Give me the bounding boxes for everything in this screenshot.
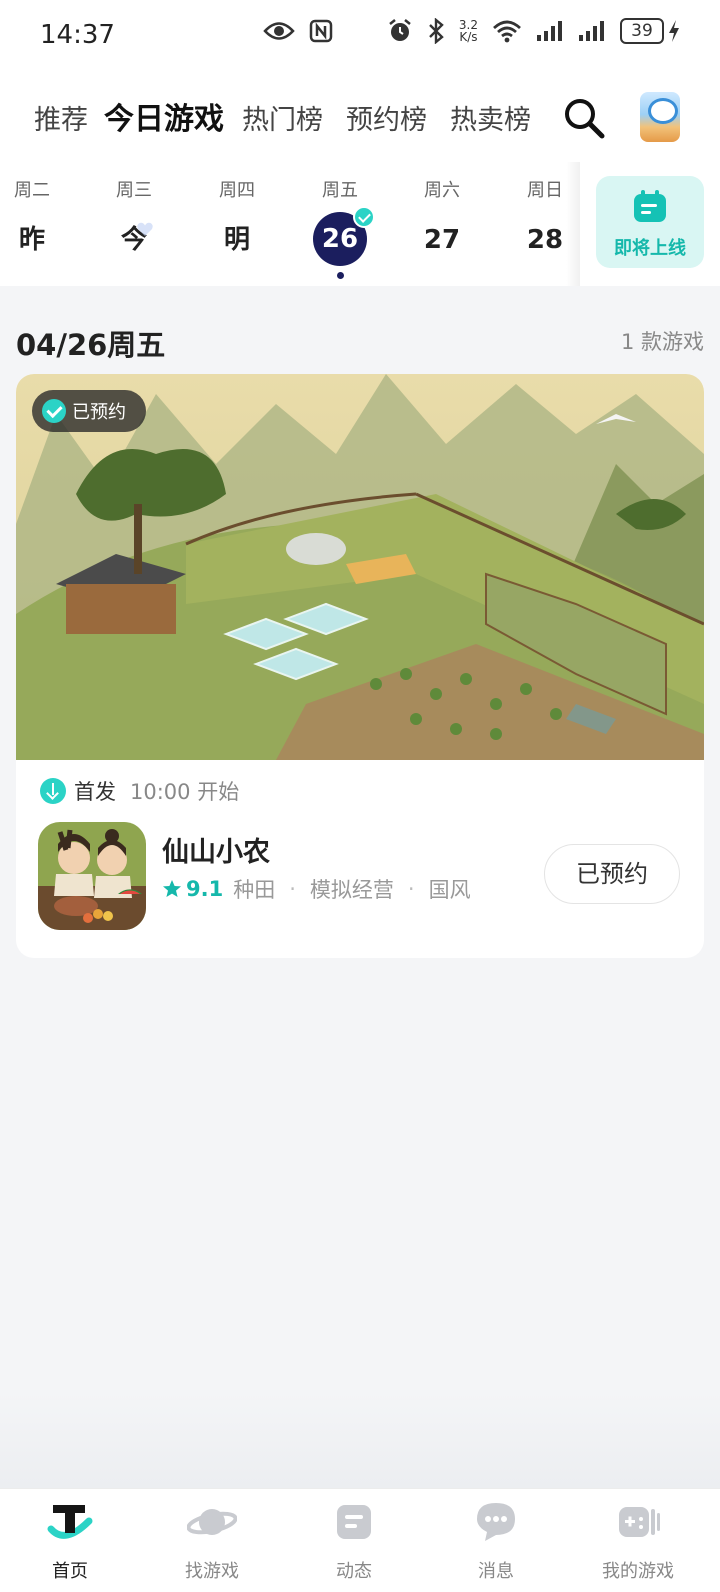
launch-label: 首发 xyxy=(74,780,116,804)
day-item-26[interactable]: 周五 26 xyxy=(300,176,380,279)
day-number: 明 xyxy=(223,225,250,255)
feed-icon xyxy=(337,1505,371,1539)
day-item-27[interactable]: 周六 27 xyxy=(402,176,482,260)
launch-info: 首发 10:00 开始 xyxy=(40,776,239,806)
day-weekday: 周四 xyxy=(219,180,255,201)
nfc-icon xyxy=(309,19,333,43)
upcoming-button[interactable]: 即将上线 xyxy=(596,176,704,268)
gamepad-icon xyxy=(619,1507,660,1537)
game-meta: 9.1 种田 · 模拟经营 · 国风 xyxy=(162,874,471,904)
heart-icon xyxy=(137,222,153,236)
bottom-nav-messages[interactable]: 消息 xyxy=(436,1499,556,1583)
strip-edge-shadow xyxy=(566,162,580,286)
check-icon xyxy=(353,206,375,228)
day-number: 昨 xyxy=(18,225,45,255)
day-item-today[interactable]: 周三 今 xyxy=(94,176,174,260)
reserved-badge: 已预约 xyxy=(32,390,146,432)
reserve-button[interactable]: 已预约 xyxy=(544,844,680,904)
check-icon xyxy=(42,399,66,423)
day-item-tomorrow[interactable]: 周四 明 xyxy=(197,176,277,260)
day-strip: 周二 昨 周三 今 周四 明 周五 26 周六 27 周日 28 即将上线 xyxy=(0,162,720,286)
bottom-nav: 首页 找游戏 动态 消息 我的游戏 xyxy=(0,1488,720,1592)
bottom-nav-home[interactable]: 首页 xyxy=(10,1499,130,1583)
search-icon[interactable] xyxy=(562,96,606,140)
battery-level: 39 xyxy=(620,18,664,44)
game-title[interactable]: 仙山小农 xyxy=(162,830,270,869)
star-icon xyxy=(163,880,181,897)
day-item-yesterday[interactable]: 周二 昨 xyxy=(0,176,72,260)
download-icon xyxy=(40,778,66,804)
bottom-nav-label: 找游戏 xyxy=(185,1561,239,1582)
status-bar: 14:37 3.2 K/s 39 xyxy=(0,0,720,72)
home-icon xyxy=(47,1505,93,1539)
day-number: 27 xyxy=(423,225,461,255)
eye-icon xyxy=(263,22,295,40)
tab-hot-chart[interactable]: 热门榜 xyxy=(242,98,323,137)
tab-reserve-chart[interactable]: 预约榜 xyxy=(346,98,427,137)
bottom-nav-label: 我的游戏 xyxy=(602,1561,674,1582)
tag-separator: · xyxy=(407,877,415,901)
game-card[interactable]: 已预约 首发 10:00 开始 仙山小农 9.1 种田 · 模拟经营 · 国风 … xyxy=(16,374,704,958)
battery-icon: 39 xyxy=(620,18,680,44)
section-game-count: 1 款游戏 xyxy=(620,330,704,354)
bottom-nav-feed[interactable]: 动态 xyxy=(294,1499,414,1583)
tab-today-games[interactable]: 今日游戏 xyxy=(102,94,226,138)
bluetooth-icon xyxy=(429,18,444,44)
launch-time: 10:00 开始 xyxy=(130,780,240,804)
tag-item: 模拟经营 xyxy=(309,878,394,902)
wifi-icon xyxy=(493,20,521,43)
tab-bestseller-chart[interactable]: 热卖榜 xyxy=(450,98,531,137)
top-nav: 推荐 今日游戏 热门榜 预约榜 热卖榜 xyxy=(0,72,720,162)
alarm-icon xyxy=(389,19,411,41)
status-time: 14:37 xyxy=(40,20,115,50)
charging-icon xyxy=(669,20,679,42)
day-number: 今 xyxy=(120,225,147,255)
tab-recommend[interactable]: 推荐 xyxy=(34,98,88,137)
day-weekday: 周二 xyxy=(14,180,50,201)
day-weekday: 周三 xyxy=(116,180,152,201)
bottom-nav-label: 动态 xyxy=(336,1561,372,1582)
signal-icon xyxy=(579,21,604,41)
selected-dot xyxy=(336,272,344,279)
tag-item: 种田 xyxy=(233,878,276,902)
bottom-fade xyxy=(0,1392,720,1488)
chat-icon xyxy=(477,1503,515,1541)
avatar[interactable] xyxy=(640,92,680,142)
bottom-nav-my-games[interactable]: 我的游戏 xyxy=(578,1499,698,1583)
bottom-nav-label: 首页 xyxy=(52,1561,88,1582)
tab-label: 今日游戏 xyxy=(104,102,224,137)
status-icons: 3.2 K/s 39 xyxy=(263,18,680,44)
signal-icon xyxy=(537,21,562,41)
tag-item: 国风 xyxy=(428,878,471,902)
net-speed: 3.2 K/s xyxy=(459,19,478,43)
planet-icon xyxy=(186,1509,238,1535)
game-app-icon[interactable] xyxy=(38,822,146,930)
calendar-icon xyxy=(634,190,666,222)
day-number-selected: 26 xyxy=(313,206,375,266)
upcoming-label: 即将上线 xyxy=(614,238,686,259)
section-date: 04/26周五 xyxy=(16,328,166,362)
day-weekday: 周六 xyxy=(424,180,460,201)
reserved-badge-label: 已预约 xyxy=(72,402,126,423)
bottom-nav-label: 消息 xyxy=(478,1561,514,1582)
rating-value: 9.1 xyxy=(186,877,224,901)
bottom-nav-find-games[interactable]: 找游戏 xyxy=(152,1499,272,1583)
tag-separator: · xyxy=(289,877,296,901)
net-speed-unit: K/s xyxy=(459,30,478,44)
day-number: 26 xyxy=(321,224,359,254)
day-weekday: 周五 xyxy=(322,180,358,201)
